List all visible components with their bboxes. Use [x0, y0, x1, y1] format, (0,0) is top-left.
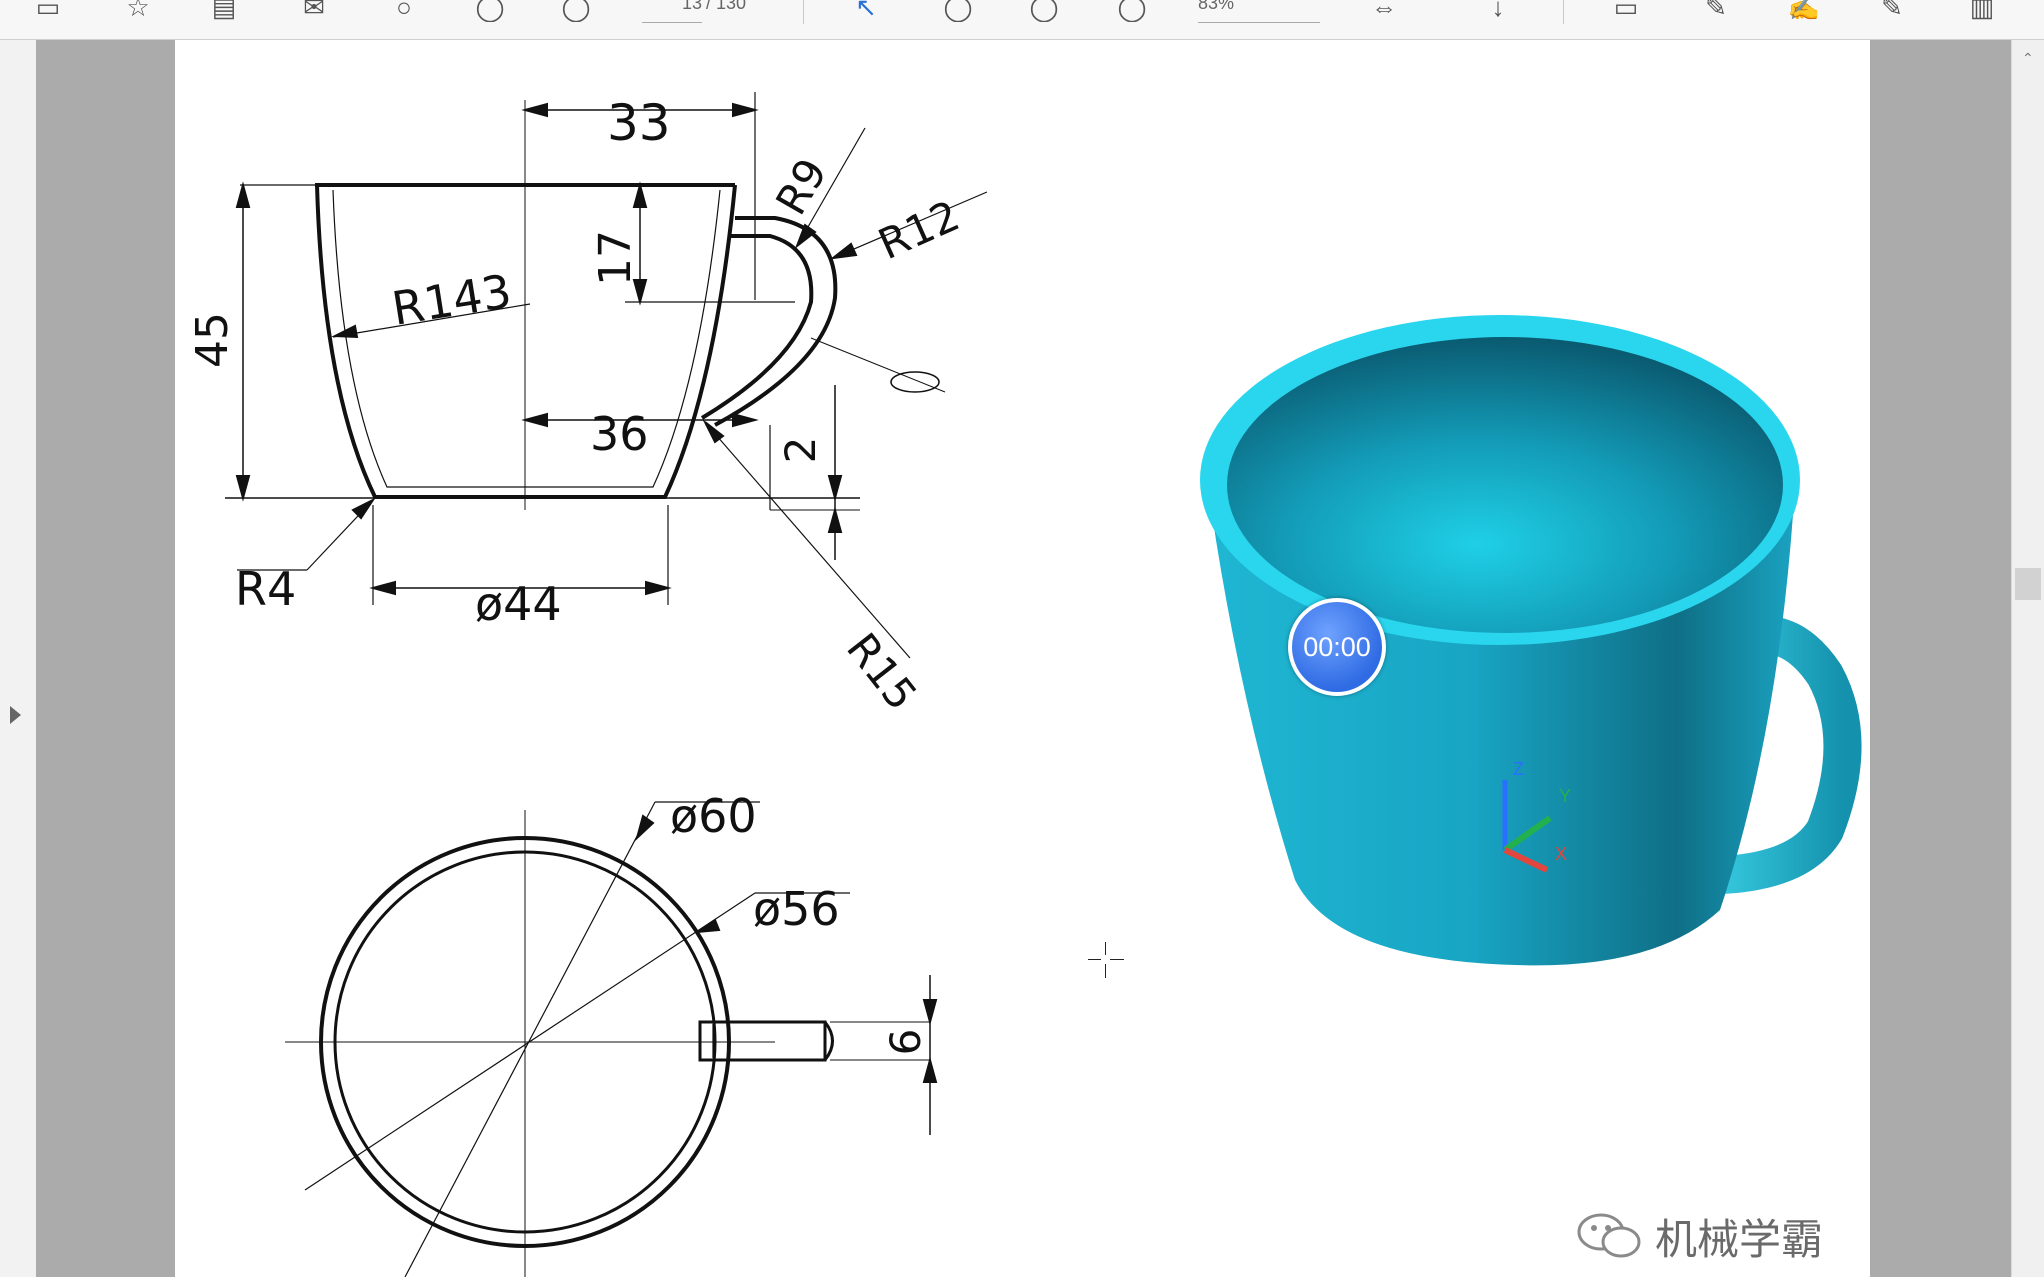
- fit-page-icon[interactable]: ⇔: [1364, 0, 1404, 22]
- axis-x-label: X: [1555, 844, 1567, 864]
- crosshair-cursor-icon: [1088, 942, 1124, 978]
- dim-33-label: 33: [607, 94, 671, 152]
- zoom-input[interactable]: 83%: [1198, 0, 1320, 23]
- axis-z-label: Z: [1513, 759, 1524, 779]
- toolbar-separator: [803, 0, 804, 24]
- dia-60-label: ø60: [670, 789, 757, 843]
- sign-icon[interactable]: ✍: [1784, 0, 1824, 22]
- radius-r15-label: R15: [837, 624, 926, 719]
- search-icon[interactable]: ○: [384, 0, 424, 22]
- delete-icon[interactable]: ▥: [1962, 0, 2002, 22]
- vertical-scrollbar[interactable]: ⌃: [2011, 40, 2044, 1277]
- page-up-icon[interactable]: ◯: [470, 0, 510, 22]
- email-icon[interactable]: ✉: [294, 0, 334, 22]
- dia-44-label: ø44: [475, 577, 562, 631]
- zoom-in-icon[interactable]: ◯: [1112, 0, 1152, 22]
- bookmark-icon[interactable]: ☆: [118, 0, 158, 22]
- toolbar-separator: [1563, 0, 1564, 24]
- print-icon[interactable]: ▤: [204, 0, 244, 22]
- scroll-icon[interactable]: ↓: [1478, 0, 1518, 22]
- dim-2-label: 2: [776, 437, 825, 464]
- left-panel-strip: [0, 40, 37, 1277]
- radius-r12-label: R12: [871, 191, 966, 269]
- dia-56-label: ø56: [753, 882, 840, 936]
- edit-icon[interactable]: ✎: [1872, 0, 1912, 22]
- watermark-text: 机械学霸: [1655, 1214, 1824, 1264]
- radius-r143-label: R143: [388, 264, 515, 336]
- watermark: 机械学霸: [1575, 1210, 1823, 1264]
- mug-3d-render: Z Y X: [1200, 315, 1862, 966]
- radius-r4-label: R4: [235, 562, 296, 616]
- axis-y-label: Y: [1559, 786, 1571, 806]
- comment-icon[interactable]: ▭: [1606, 0, 1646, 22]
- scrollbar-thumb[interactable]: [2015, 568, 2041, 600]
- scroll-up-icon[interactable]: ⌃: [2022, 51, 2034, 65]
- dim-45-label: 45: [187, 312, 238, 368]
- page-down-icon[interactable]: ◯: [556, 0, 596, 22]
- select-cursor-icon[interactable]: ↖: [846, 0, 886, 22]
- zoom-out-icon[interactable]: ◯: [1024, 0, 1064, 22]
- page-number-input[interactable]: 13: [642, 0, 702, 23]
- toolbar: ▭ ☆ ▤ ✉ ○ ◯ ◯ 13 / 130 ↖ ◯ ◯ ◯ 83% ⇔ ↓ ▭…: [0, 0, 2044, 40]
- cup-engineering-drawing: 33 17 45 R143 R9 R12 36 2 R4 ø44 R15 ø60…: [187, 92, 988, 1277]
- wechat-icon: [1577, 1213, 1641, 1258]
- highlight-icon[interactable]: ✎: [1696, 0, 1736, 22]
- dim-36-label: 36: [590, 407, 649, 461]
- sidebar-icon[interactable]: ▭: [28, 0, 68, 22]
- dim-17-label: 17: [590, 230, 641, 286]
- timer-text: 00:00: [1303, 631, 1371, 662]
- radius-r9-label: R9: [766, 150, 836, 223]
- dim-6-label: 6: [881, 1029, 930, 1056]
- hand-icon[interactable]: ◯: [938, 0, 978, 22]
- expand-panel-icon[interactable]: [10, 706, 21, 724]
- recording-timer[interactable]: 00:00: [1288, 598, 1386, 696]
- page-total-label: / 130: [706, 0, 747, 13]
